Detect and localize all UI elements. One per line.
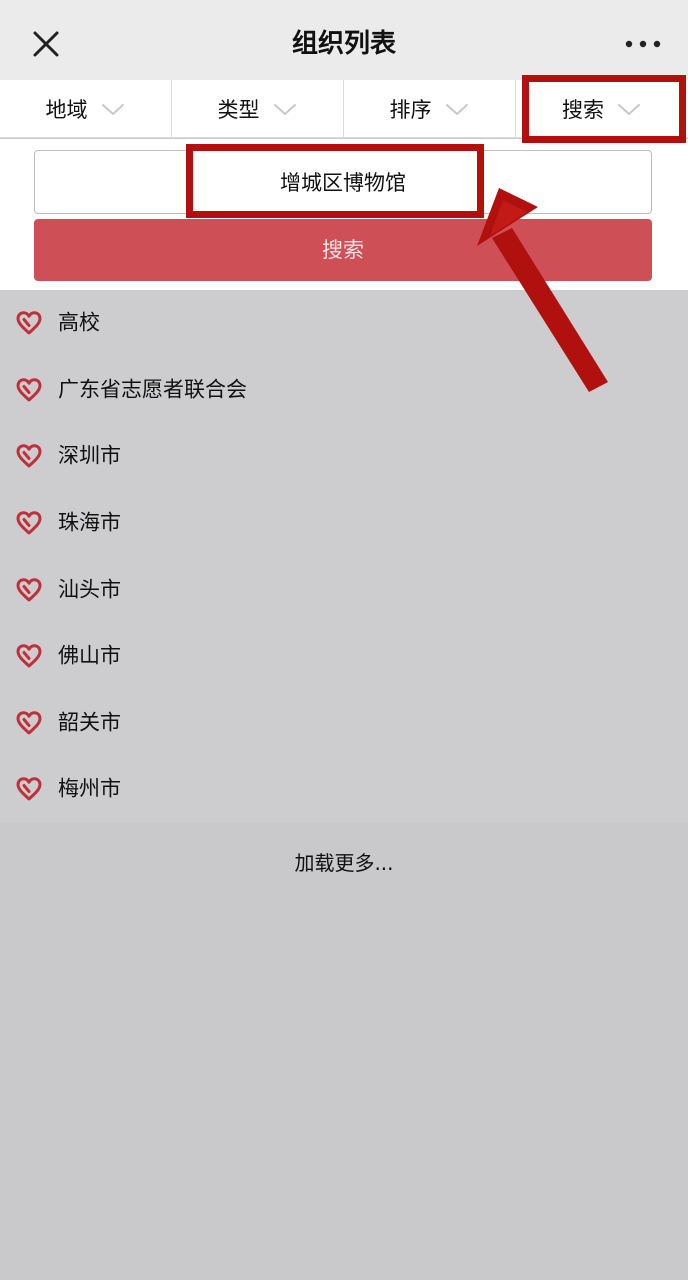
organization-name: 梅州市: [58, 776, 121, 801]
more-horizontal-icon: [625, 40, 661, 48]
heart-icon: [15, 577, 43, 603]
filter-tab-label: 搜索: [562, 98, 604, 122]
chevron-down-icon: [445, 104, 468, 115]
heart-icon: [15, 310, 43, 336]
organization-name: 汕头市: [58, 577, 121, 602]
organization-name: 高校: [58, 310, 100, 335]
organization-name: 佛山市: [58, 643, 121, 668]
list-item[interactable]: 佛山市: [0, 623, 688, 690]
organization-list: 高校 广东省志愿者联合会 深圳市 珠海市 汕头市 佛山市 韶关市 梅州市: [0, 290, 688, 822]
close-icon: [33, 31, 59, 57]
filter-tab-sort[interactable]: 排序: [344, 80, 516, 138]
filter-tab-label: 排序: [389, 98, 432, 122]
organization-name: 广东省志愿者联合会: [58, 377, 247, 402]
list-item[interactable]: 梅州市: [0, 756, 688, 823]
list-item[interactable]: 深圳市: [0, 423, 688, 490]
organization-name: 珠海市: [58, 510, 121, 535]
list-item[interactable]: 广东省志愿者联合会: [0, 357, 688, 424]
chevron-down-icon: [273, 104, 296, 115]
list-item[interactable]: 珠海市: [0, 490, 688, 557]
page-title: 组织列表: [291, 29, 396, 59]
organization-name: 韶关市: [58, 710, 121, 735]
heart-icon: [15, 377, 43, 403]
heart-icon: [15, 510, 43, 536]
load-more-link[interactable]: 加载更多...: [0, 822, 688, 902]
chevron-down-icon: [618, 104, 640, 115]
heart-icon: [15, 710, 43, 736]
filter-tab-type[interactable]: 类型: [172, 80, 344, 138]
search-input[interactable]: [34, 150, 652, 214]
filter-tab-label: 类型: [217, 98, 260, 122]
filter-tab-label: 地域: [45, 98, 88, 122]
heart-icon: [15, 443, 43, 469]
heart-icon: [15, 776, 43, 802]
heart-icon: [15, 643, 43, 669]
filter-tab-search[interactable]: 搜索: [516, 80, 688, 138]
filter-tab-region[interactable]: 地域: [0, 80, 172, 138]
list-item[interactable]: 高校: [0, 290, 688, 357]
list-item[interactable]: 韶关市: [0, 690, 688, 757]
list-item[interactable]: 汕头市: [0, 556, 688, 623]
organization-name: 深圳市: [58, 443, 121, 468]
search-panel: 搜索: [0, 139, 688, 290]
more-button[interactable]: [620, 28, 666, 60]
filter-bar: 地域 类型 排序 搜索: [0, 80, 688, 138]
nav-header: 组织列表: [0, 0, 688, 80]
close-button[interactable]: [24, 22, 68, 66]
search-button[interactable]: 搜索: [34, 219, 652, 281]
chevron-down-icon: [101, 104, 124, 115]
